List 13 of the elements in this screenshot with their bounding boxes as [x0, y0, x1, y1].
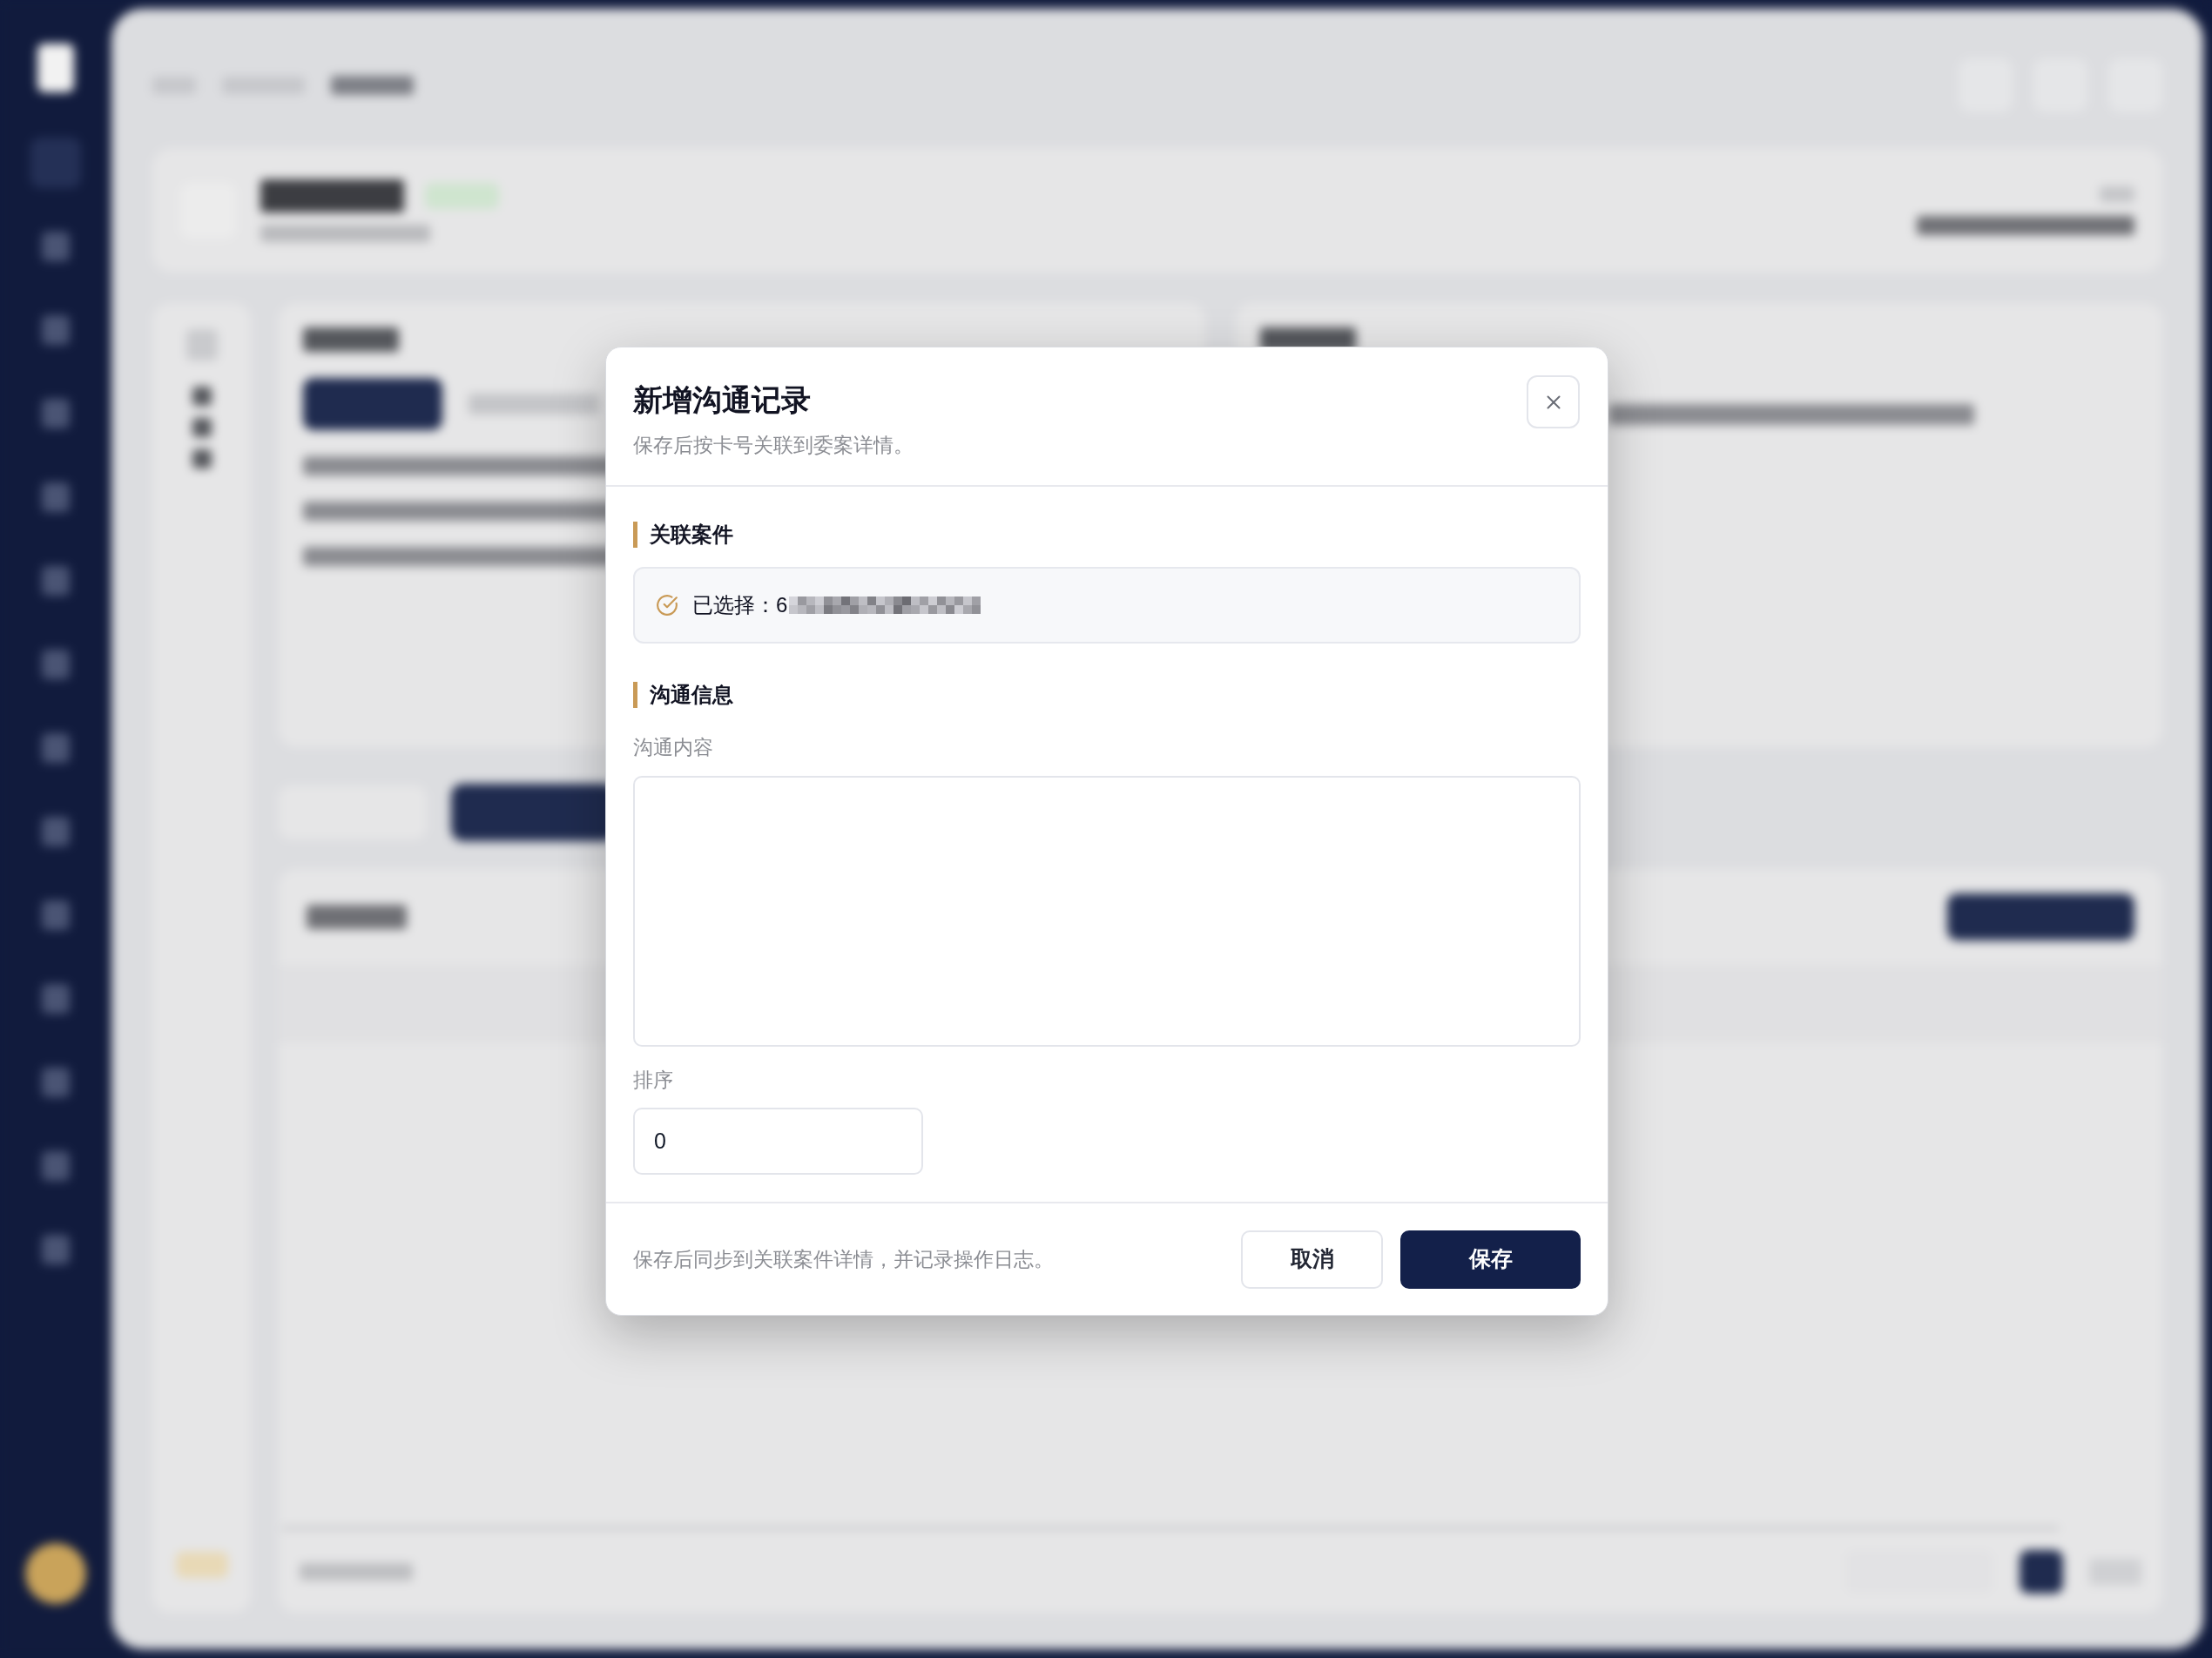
- dialog-title: 新增沟通记录: [633, 382, 811, 418]
- field-label: 沟通内容: [633, 735, 713, 760]
- close-button[interactable]: [1527, 375, 1580, 428]
- sort-input[interactable]: 0: [633, 1108, 923, 1175]
- field-label: 排序: [633, 1068, 673, 1093]
- cancel-button[interactable]: 取消: [1241, 1230, 1383, 1289]
- section-heading: 关联案件: [633, 522, 733, 548]
- selected-case-text: 已选择：6: [692, 592, 788, 618]
- section-heading: 沟通信息: [633, 682, 733, 708]
- check-circle-icon: [656, 594, 678, 617]
- footer-note: 保存后同步到关联案件详情，并记录操作日志。: [633, 1247, 1054, 1272]
- dialog-subtitle: 保存后按卡号关联到委案详情。: [633, 433, 914, 458]
- save-button[interactable]: 保存: [1400, 1230, 1581, 1289]
